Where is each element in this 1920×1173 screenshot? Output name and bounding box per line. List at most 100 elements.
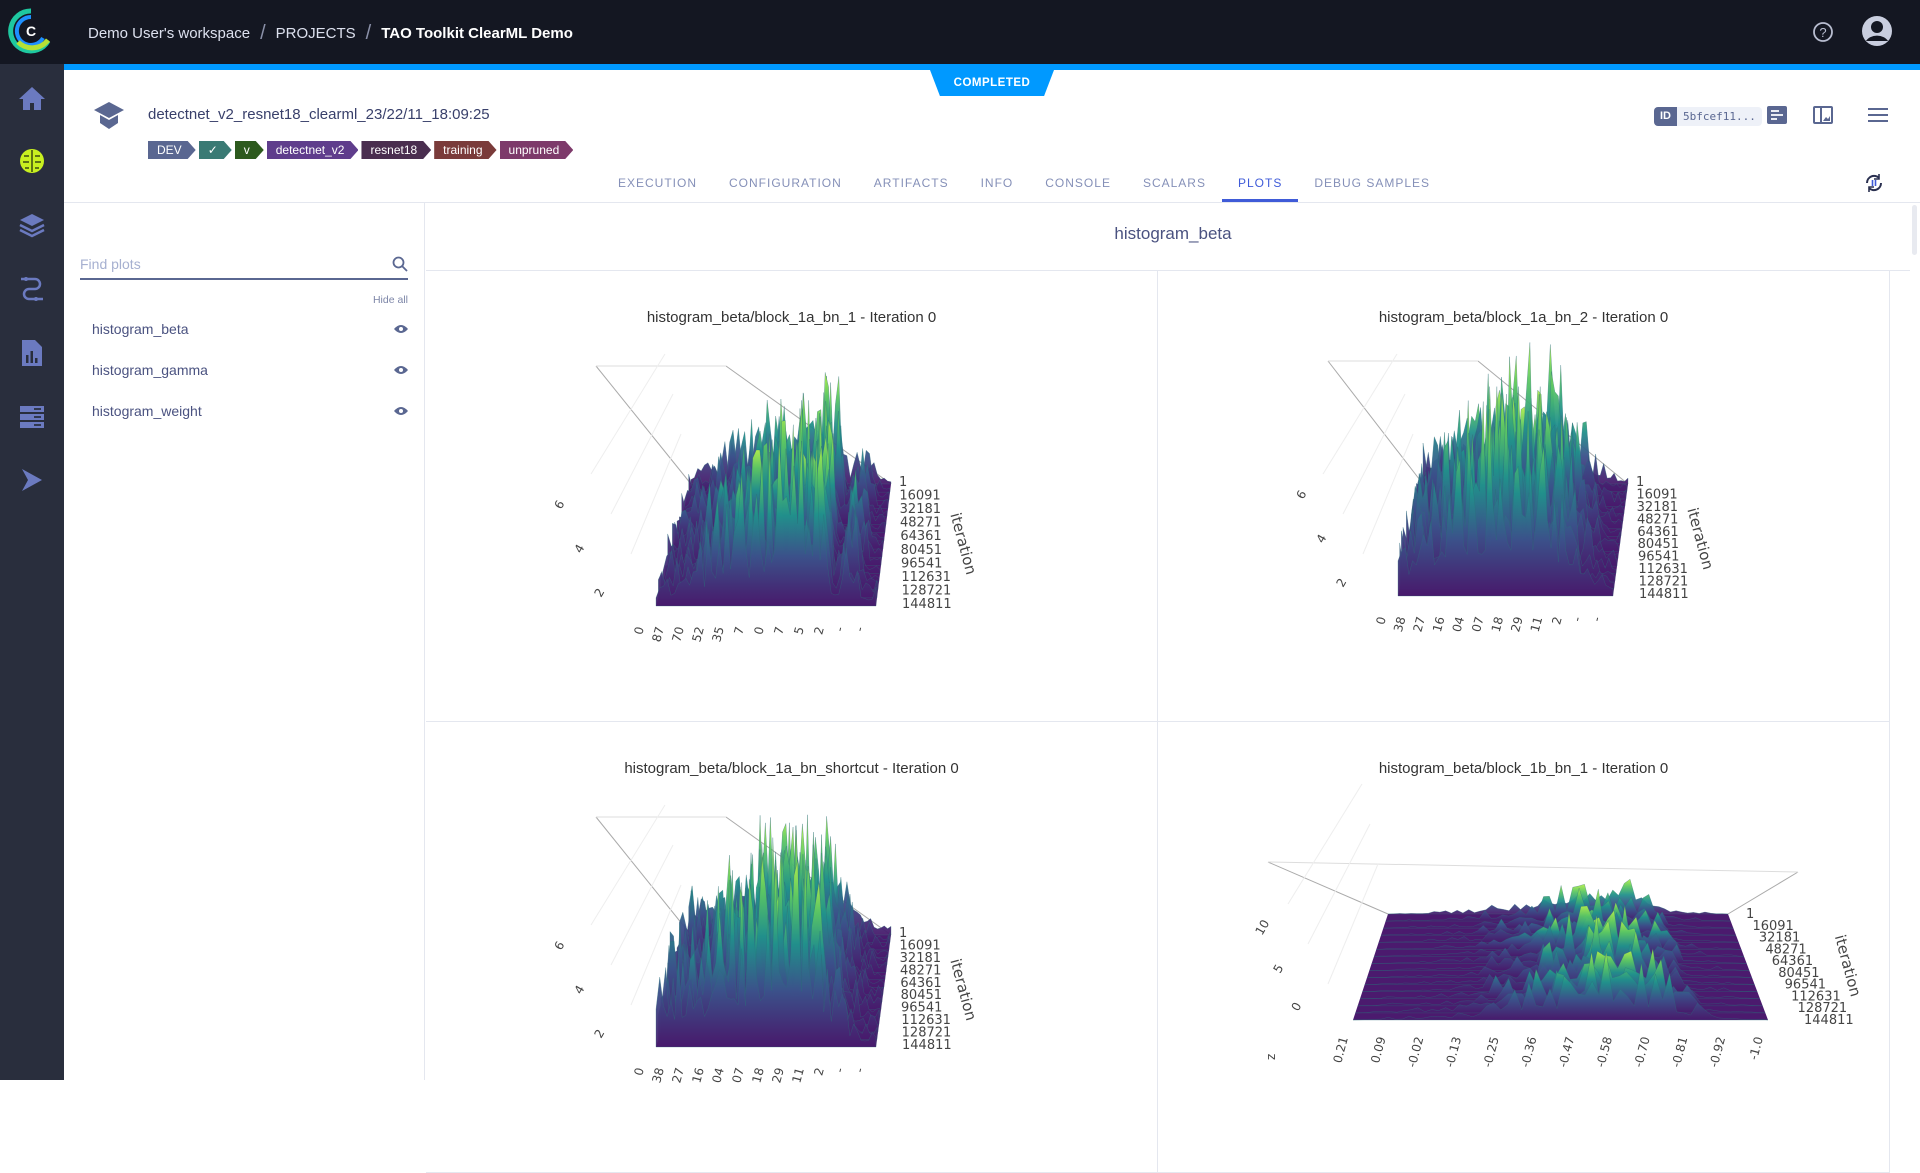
plot-cell[interactable]: histogram_beta/block_1a_bn_1 - Iteration… [426,271,1158,722]
z-tick-label: 5 [1270,962,1286,976]
help-icon[interactable]: ? [1812,21,1834,48]
x-tick-label: -0.02 [1405,1035,1427,1069]
plot-list-item[interactable]: histogram_beta [92,319,408,339]
eye-icon[interactable] [394,365,408,375]
task-id-chip[interactable]: ID 5bfcef11... [1654,107,1762,126]
x-tick-label: - [1570,615,1585,623]
x-tick-label: 07 [1469,615,1486,633]
eye-icon[interactable] [394,324,408,334]
tab-plots[interactable]: PLOTS [1221,174,1299,202]
plot-cell[interactable]: histogram_beta/block_1a_bn_shortcut - It… [426,722,1158,1173]
x-tick-label: 11 [1528,615,1545,633]
x-tick-label: 29 [769,1066,786,1084]
search-input[interactable] [80,251,370,277]
reports-icon[interactable] [14,335,50,371]
x-tick-label: -0.36 [1518,1035,1540,1069]
x-tick-label: 2 [811,1066,827,1077]
home-icon[interactable] [14,80,50,116]
tab-artifacts[interactable]: ARTIFACTS [858,174,965,202]
layers-icon[interactable] [14,207,50,243]
brain-icon[interactable] [14,143,50,179]
menu-icon[interactable] [1868,107,1888,128]
z-tick-label: 4 [571,983,587,997]
x-tick-label: -0.47 [1556,1035,1578,1069]
tab-scalars[interactable]: SCALARS [1127,174,1222,202]
x-tick-label: - [852,1066,867,1074]
gridline [610,393,674,515]
x-tick-label: 5 [791,625,807,636]
x-tick-label: 2 [811,625,827,636]
datasets-icon[interactable] [14,399,50,435]
plot-cell[interactable]: histogram_beta/block_1b_bn_1 - Iteration… [1158,722,1890,1173]
search-icon[interactable] [392,256,408,272]
plot-list-item[interactable]: histogram_gamma [92,360,408,380]
plot-list-item[interactable]: histogram_weight [92,401,408,421]
status-bar [64,64,1920,70]
y-axis-title: iteration [946,957,980,1023]
x-tick-label: 18 [749,1066,766,1084]
user-avatar-icon[interactable] [1861,15,1893,52]
x-tick-label: 2 [1549,615,1565,626]
z-tick-label: 2 [591,586,607,600]
pipelines-icon[interactable] [14,271,50,307]
x-tick-label: 18 [1489,615,1506,633]
svg-text:C: C [26,23,36,39]
tab-execution[interactable]: EXECUTION [602,174,713,202]
x-tick-label: 07 [729,1066,746,1084]
surface-plot[interactable]: 1160913218148271643618045196541112631128… [1158,722,1890,1173]
x-tick-label: 16 [1430,615,1447,633]
side-nav [0,64,64,1080]
surface-plot[interactable]: 1160913218148271643618045196541112631128… [426,722,1158,1173]
x-tick-label: 0 [751,625,767,636]
surface-plot[interactable]: 1160913218148271643618045196541112631128… [426,271,1158,722]
gridline [1307,823,1371,945]
tag[interactable]: training [434,141,496,159]
eye-icon[interactable] [394,406,408,416]
z-tick-label: 2 [1333,576,1349,590]
z-axis-title: z [1264,1054,1278,1060]
status-badge: COMPLETED [930,70,1054,96]
x-tick-label: - [1589,615,1604,623]
info-panel-icon[interactable] [1767,106,1787,129]
task-title[interactable]: detectnet_v2_resnet18_clearml_23/22/11_1… [148,106,490,123]
tag[interactable]: detectnet_v2 [267,141,359,159]
tag[interactable]: unpruned [500,141,574,159]
z-tick-label: 2 [591,1027,607,1041]
surface-plot[interactable]: 1160913218148271643618045196541112631128… [1158,271,1890,722]
x-tick-label: 11 [789,1066,806,1084]
tab-console[interactable]: CONSOLE [1029,174,1127,202]
x-tick-label: 29 [1508,615,1525,633]
tag[interactable]: DEV [148,141,196,159]
orchestration-icon[interactable] [14,462,50,498]
x-tick-label: - [832,1066,847,1074]
gridline [590,804,666,926]
scrollbar[interactable] [1912,205,1917,255]
tab-debug-samples[interactable]: DEBUG SAMPLES [1298,174,1446,202]
plot-cell[interactable]: histogram_beta/block_1a_bn_2 - Iteration… [1158,271,1890,722]
x-tick-label: -0.81 [1669,1035,1691,1069]
y-tick-label: 144811 [1804,1013,1854,1028]
breadcrumb-project[interactable]: TAO Toolkit ClearML Demo [381,25,573,42]
x-tick-label: - [832,625,847,633]
search-plots-field[interactable] [80,250,408,280]
tag[interactable]: v [235,141,264,159]
x-tick-label: 35 [709,625,726,643]
plot-list-item-label[interactable]: histogram_weight [92,403,202,419]
breadcrumb-separator: / [365,22,372,44]
x-tick-label: - [852,625,867,633]
layout-toggle-icon[interactable] [1813,106,1833,129]
breadcrumb-workspace[interactable]: Demo User's workspace [88,25,250,42]
plot-list-item-label[interactable]: histogram_gamma [92,362,208,378]
auto-refresh-icon[interactable] [1863,172,1885,199]
x-tick-label: 04 [1450,615,1467,633]
clearml-logo[interactable]: C [8,8,54,59]
plot-list-item-label[interactable]: histogram_beta [92,321,189,337]
gridline [1327,863,1379,985]
plot-group-title: histogram_beta [1114,224,1232,243]
breadcrumb-projects[interactable]: PROJECTS [276,25,356,42]
tab-info[interactable]: INFO [965,174,1030,202]
tag[interactable]: resnet18 [361,141,431,159]
hide-all-button[interactable]: Hide all [340,294,408,306]
tag[interactable]: ✓ [199,141,232,159]
tab-configuration[interactable]: CONFIGURATION [713,174,858,202]
